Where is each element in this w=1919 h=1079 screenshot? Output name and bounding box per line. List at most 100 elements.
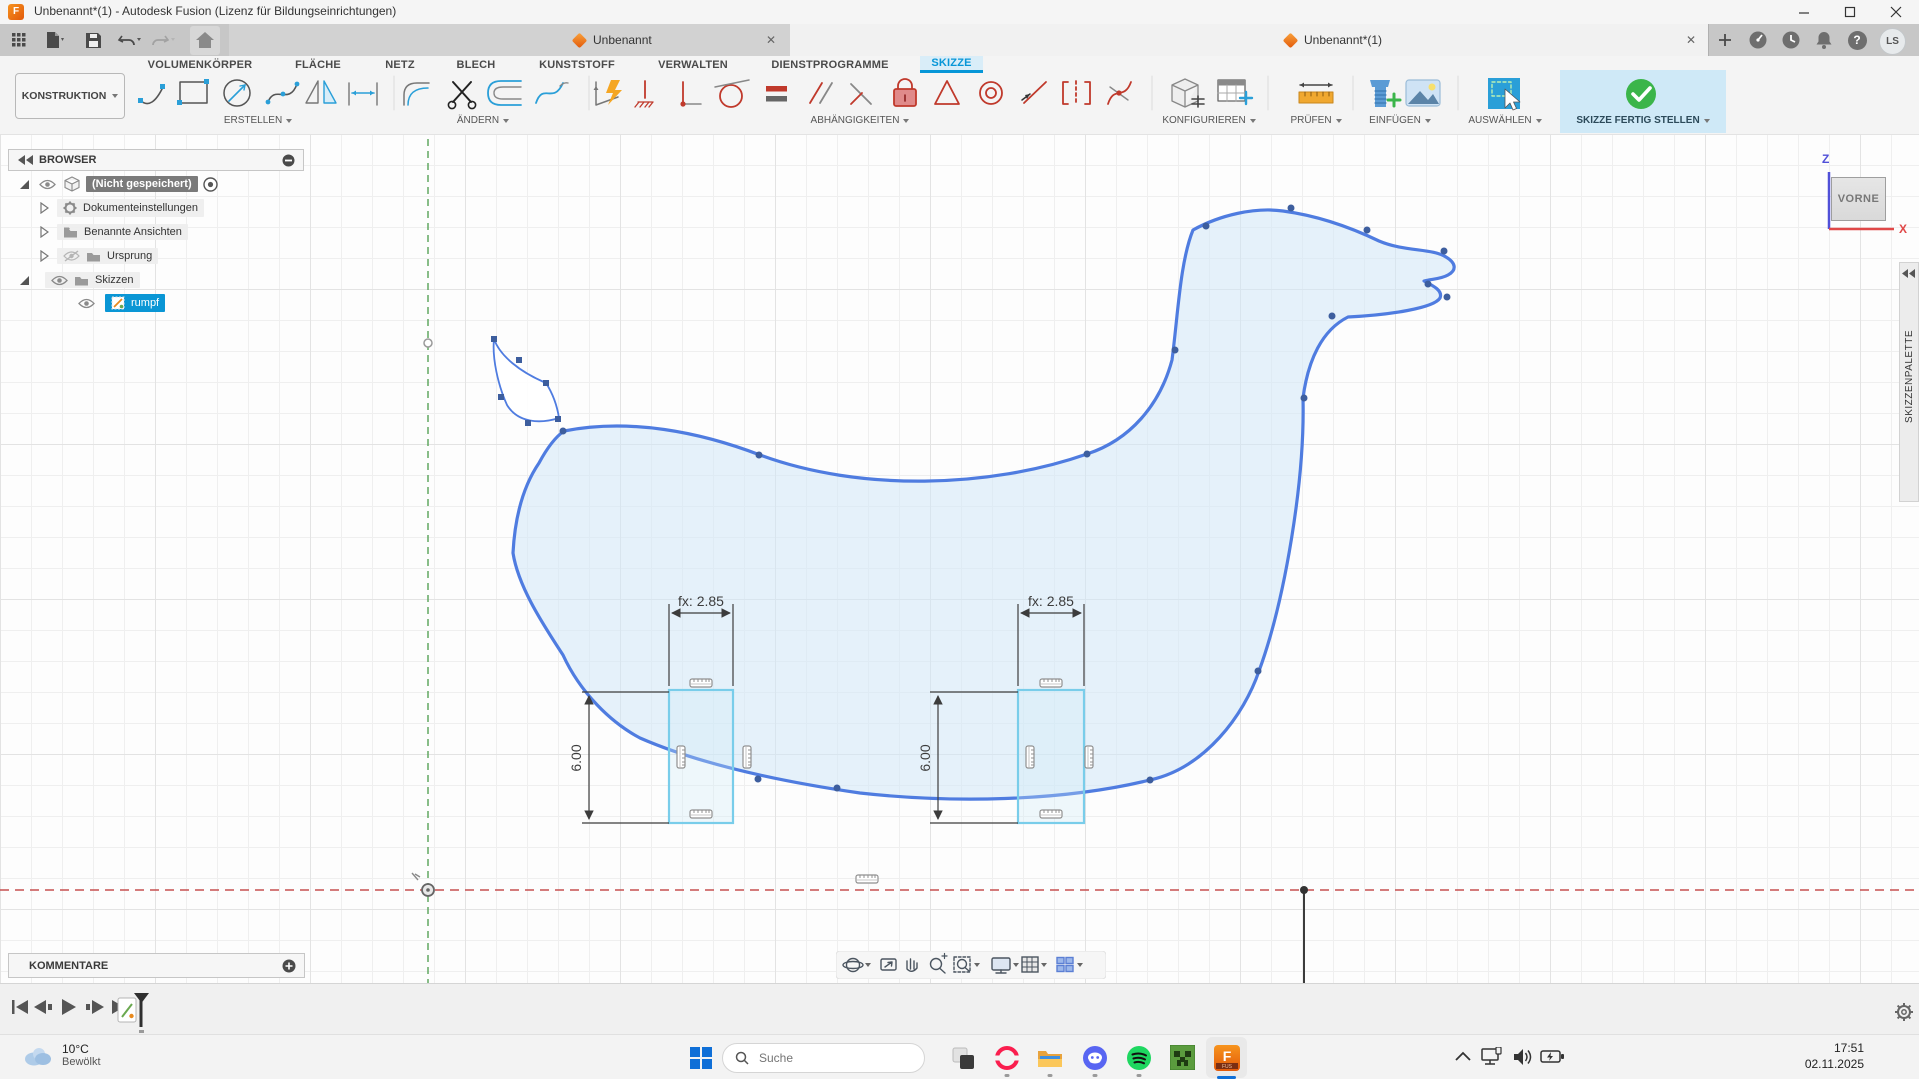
constraint-parallel-icon[interactable] bbox=[810, 83, 832, 103]
save-icon[interactable] bbox=[80, 27, 106, 53]
opera-gx-icon[interactable] bbox=[988, 1039, 1025, 1076]
file-explorer-icon[interactable] bbox=[1031, 1039, 1068, 1076]
spotify-icon[interactable] bbox=[1120, 1039, 1157, 1076]
browser-panel-header[interactable]: BROWSER bbox=[8, 149, 304, 171]
step-back-icon[interactable] bbox=[34, 1000, 52, 1014]
constraint-polygon-icon[interactable] bbox=[935, 81, 959, 104]
skip-to-start-icon[interactable] bbox=[12, 1000, 28, 1014]
fillet-tool-icon[interactable] bbox=[404, 83, 429, 105]
expander-closed-icon[interactable] bbox=[40, 226, 49, 238]
insert-fastener-icon[interactable] bbox=[1370, 80, 1400, 107]
step-forward-icon[interactable] bbox=[86, 1000, 104, 1014]
taskbar-search[interactable] bbox=[722, 1043, 925, 1073]
notifications-bell-icon[interactable] bbox=[1811, 27, 1837, 53]
viewcube-front-face[interactable]: VORNE bbox=[1831, 177, 1886, 221]
minimize-button[interactable] bbox=[1781, 0, 1827, 24]
volume-icon[interactable] bbox=[1512, 1047, 1534, 1067]
start-button[interactable] bbox=[682, 1039, 719, 1076]
configure-table-icon[interactable] bbox=[1218, 80, 1252, 104]
group-skizze-fertig[interactable]: SKIZZE FERTIG STELLEN bbox=[1565, 115, 1721, 126]
group-auswaehlen[interactable]: AUSWÄHLEN bbox=[1455, 115, 1555, 126]
help-icon[interactable]: ? bbox=[1844, 27, 1870, 53]
discord-icon[interactable] bbox=[1076, 1039, 1113, 1076]
grid-settings-icon[interactable] bbox=[1022, 957, 1038, 972]
timeline-sketch-item[interactable] bbox=[118, 998, 136, 1022]
expander-closed-icon[interactable] bbox=[40, 250, 49, 262]
model-canvas[interactable] bbox=[0, 134, 1919, 983]
minecraft-icon[interactable] bbox=[1164, 1039, 1201, 1076]
select-tool-icon[interactable] bbox=[1488, 78, 1520, 110]
maximize-button[interactable] bbox=[1827, 0, 1873, 24]
extensions-icon[interactable] bbox=[1745, 27, 1771, 53]
browser-row-dokumenteinstellungen[interactable]: Dokumenteinstellungen bbox=[40, 198, 204, 218]
group-pruefen[interactable]: PRÜFEN bbox=[1281, 115, 1351, 126]
panel-minus-icon[interactable] bbox=[282, 154, 295, 167]
network-icon[interactable] bbox=[1480, 1047, 1504, 1067]
constraint-lock-icon[interactable] bbox=[894, 79, 916, 106]
job-status-clock-icon[interactable] bbox=[1778, 27, 1804, 53]
circle-tool-icon[interactable] bbox=[224, 80, 250, 106]
visibility-off-eye-icon[interactable] bbox=[63, 250, 80, 262]
redo-icon[interactable] bbox=[150, 27, 176, 53]
browser-row-rumpf[interactable]: rumpf bbox=[78, 293, 165, 313]
expand-icon[interactable] bbox=[1902, 269, 1916, 278]
app-grid-icon[interactable] bbox=[6, 27, 32, 53]
search-input[interactable] bbox=[757, 1050, 901, 1066]
constraint-curvature-icon[interactable] bbox=[1108, 82, 1131, 104]
line-tool-icon[interactable] bbox=[138, 84, 165, 104]
expander-closed-icon[interactable] bbox=[40, 202, 49, 214]
weather-widget[interactable]: 10°C Bewölkt bbox=[22, 1042, 101, 1068]
constraint-fix-icon[interactable] bbox=[635, 81, 653, 107]
constraint-perpendicular-icon[interactable] bbox=[851, 84, 871, 104]
trim-tool-icon[interactable] bbox=[448, 82, 475, 109]
visibility-eye-icon[interactable] bbox=[51, 275, 68, 286]
expander-open-icon[interactable] bbox=[20, 180, 29, 189]
constraint-concentric-icon[interactable] bbox=[980, 82, 1002, 104]
sketch-dimension-icon[interactable] bbox=[594, 80, 623, 105]
active-document-radio-icon[interactable] bbox=[203, 177, 218, 192]
group-aendern[interactable]: ÄNDERN bbox=[433, 115, 533, 126]
curve-tool-icon[interactable] bbox=[536, 83, 568, 103]
mirror-tool-icon[interactable] bbox=[306, 81, 336, 103]
spline-tool-icon[interactable] bbox=[266, 82, 300, 105]
rectangle-tool-icon[interactable] bbox=[177, 79, 209, 105]
play-icon[interactable] bbox=[62, 999, 76, 1015]
constraint-equal-icon[interactable] bbox=[766, 86, 787, 102]
comments-panel-header[interactable]: KOMMENTARE bbox=[8, 953, 305, 978]
skizzenpalette-collapsed-panel[interactable]: SKIZZENPALETTE bbox=[1899, 262, 1919, 502]
tray-clock[interactable]: 17:51 02.11.2025 bbox=[1784, 1040, 1864, 1072]
user-avatar[interactable]: LS bbox=[1879, 28, 1906, 55]
tab-close-icon[interactable]: ✕ bbox=[1686, 33, 1696, 47]
fusion-taskbar-icon[interactable]: F FUS bbox=[1206, 1037, 1247, 1078]
offset-tool-icon[interactable] bbox=[488, 81, 521, 105]
measure-tool-icon[interactable] bbox=[1299, 83, 1333, 104]
constraint-vertical-icon[interactable] bbox=[680, 82, 701, 107]
visibility-eye-icon[interactable] bbox=[39, 179, 56, 190]
constraint-tangent-icon[interactable] bbox=[715, 80, 749, 107]
group-abhaengigkeiten[interactable]: ABHÄNGIGKEITEN bbox=[790, 115, 930, 126]
close-button[interactable] bbox=[1873, 0, 1919, 24]
undo-icon[interactable] bbox=[116, 27, 142, 53]
add-comment-icon[interactable] bbox=[282, 959, 296, 973]
timeline-settings-gear-icon[interactable] bbox=[1893, 1001, 1915, 1023]
insert-image-icon[interactable] bbox=[1406, 80, 1440, 106]
configure-cube-icon[interactable] bbox=[1172, 79, 1204, 107]
finish-sketch-check-icon[interactable] bbox=[1626, 79, 1656, 109]
new-tab-icon[interactable] bbox=[1712, 27, 1738, 53]
visibility-eye-icon[interactable] bbox=[78, 298, 95, 309]
expander-open-icon[interactable] bbox=[20, 276, 29, 285]
group-erstellen[interactable]: ERSTELLEN bbox=[208, 115, 308, 126]
document-tab-unbenannt[interactable]: Unbenannt ✕ bbox=[229, 24, 791, 56]
browser-row-ursprung[interactable]: Ursprung bbox=[40, 246, 158, 266]
document-node-label[interactable]: (Nicht gespeichert) bbox=[86, 176, 198, 192]
browser-row-document[interactable]: (Nicht gespeichert) bbox=[20, 174, 218, 194]
dimension-tool-icon[interactable] bbox=[349, 83, 377, 105]
battery-icon[interactable] bbox=[1540, 1048, 1566, 1066]
document-tab-unbenannt-1[interactable]: Unbenannt*(1) ✕ bbox=[790, 24, 1709, 56]
file-menu-icon[interactable] bbox=[42, 27, 68, 53]
tab-close-icon[interactable]: ✕ bbox=[766, 33, 776, 47]
home-view-button[interactable] bbox=[190, 26, 220, 55]
group-konfigurieren[interactable]: KONFIGURIEREN bbox=[1144, 115, 1274, 126]
browser-row-skizzen[interactable]: Skizzen bbox=[20, 270, 140, 290]
collapse-icon[interactable] bbox=[17, 155, 35, 165]
